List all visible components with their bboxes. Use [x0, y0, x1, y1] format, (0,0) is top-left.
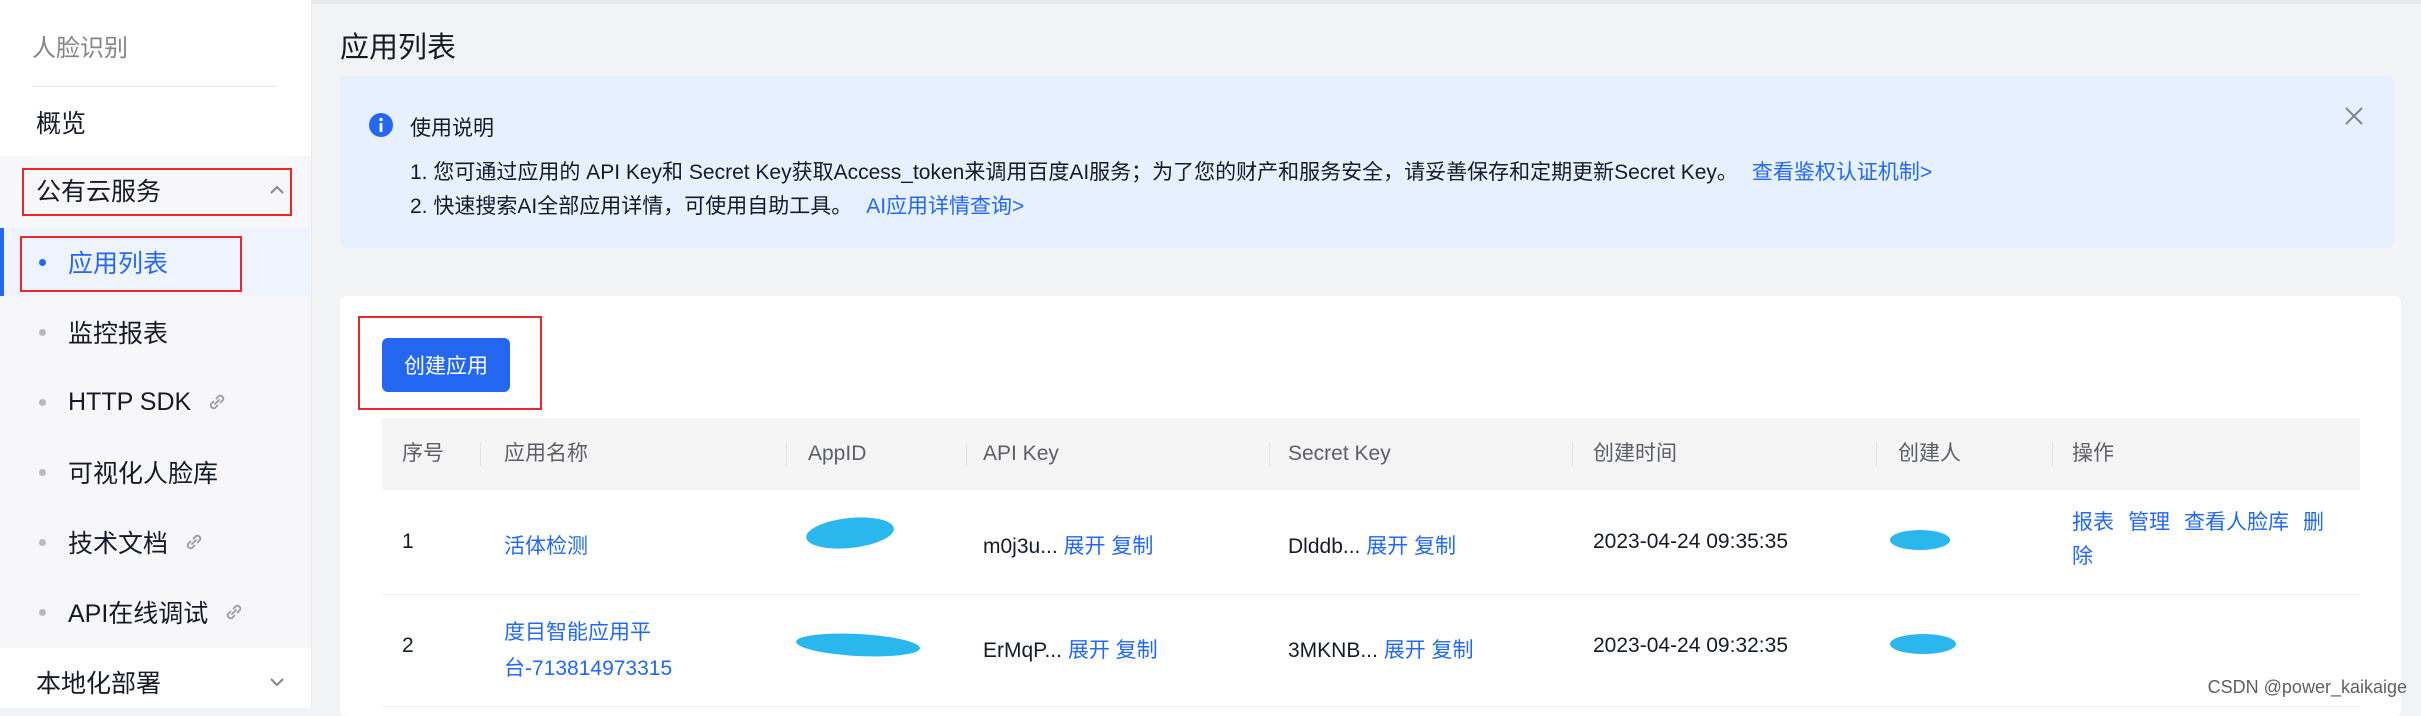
column-header-api-key: API Key — [983, 442, 1059, 465]
column-separator — [966, 442, 967, 466]
row-actions: 报表 管理 查看人脸库 删除 — [2072, 506, 2352, 574]
annotation-box — [358, 316, 542, 410]
page-title: 应用列表 — [340, 32, 457, 64]
sidebar-item-label: HTTP SDK — [68, 387, 192, 416]
cell-index: 1 — [402, 530, 414, 553]
sidebar-item-face-library[interactable]: 可视化人脸库 — [0, 438, 311, 506]
app-detail-link[interactable]: AI应用详情查询> — [866, 195, 1024, 218]
table-row: 2 度目智能应用平 台-713814973315 ErMqP... 展开 复制 … — [382, 594, 2360, 707]
cell-created-time: 2023-04-24 09:32:35 — [1593, 634, 1788, 657]
notice-line-1: 1. 您可通过应用的 API Key和 Secret Key获取Access_t… — [410, 156, 1932, 186]
sidebar-divider — [32, 86, 277, 87]
sidebar-item-label: API在线调试 — [68, 600, 209, 628]
expand-link[interactable]: 展开 — [1068, 639, 1110, 662]
bullet-icon — [39, 608, 46, 616]
column-header-secret-key: Secret Key — [1288, 442, 1391, 465]
api-key-masked: ErMqP... — [983, 639, 1062, 662]
app-name-link[interactable]: 活体检测 — [504, 530, 588, 560]
close-icon[interactable] — [2342, 104, 2366, 128]
copy-link[interactable]: 复制 — [1432, 639, 1474, 662]
redaction-mark — [1890, 634, 1956, 654]
app-name-link[interactable]: 台-713814973315 — [504, 652, 672, 682]
sidebar-product-title: 人脸识别 — [32, 35, 128, 62]
secret-key-masked: Dlddb... — [1288, 535, 1361, 558]
cell-api-key: m0j3u... 展开 复制 — [983, 530, 1153, 560]
external-link-icon — [186, 534, 202, 550]
sidebar-item-monitor-report[interactable]: 监控报表 — [0, 298, 311, 366]
sidebar-item-local-deploy[interactable]: 本地化部署 — [0, 648, 311, 716]
app-name-link[interactable]: 度目智能应用平 — [504, 616, 651, 646]
notice-title: 使用说明 — [410, 117, 494, 140]
column-separator — [1572, 442, 1573, 466]
column-header-name: 应用名称 — [504, 442, 588, 465]
sidebar-item-label: 本地化部署 — [36, 670, 162, 698]
table-row: 1 活体检测 m0j3u... 展开 复制 Dlddb... 展开 复制 202… — [382, 490, 2360, 595]
notice-line-text: 1. 您可通过应用的 API Key和 Secret Key获取Access_t… — [410, 161, 1738, 184]
sidebar-item-label: 概览 — [36, 110, 87, 138]
bullet-icon — [39, 468, 46, 476]
sidebar-item-tech-docs[interactable]: 技术文档 — [0, 508, 311, 576]
active-indicator — [0, 228, 4, 296]
redaction-mark — [795, 630, 921, 660]
notice-line-text: 2. 快速搜索AI全部应用详情，可使用自助工具。 — [410, 195, 853, 218]
sidebar-item-label: 技术文档 — [68, 530, 169, 558]
cell-secret-key: 3MKNB... 展开 复制 — [1288, 634, 1474, 664]
report-link[interactable]: 报表 — [2072, 511, 2114, 534]
table-header: 序号 应用名称 AppID API Key Secret Key 创建时间 创建… — [382, 418, 2360, 490]
redaction-mark — [1890, 530, 1950, 550]
secret-key-masked: 3MKNB... — [1288, 639, 1378, 662]
manage-link[interactable]: 管理 — [2128, 511, 2170, 534]
redaction-mark — [804, 513, 896, 553]
sidebar-item-http-sdk[interactable]: HTTP SDK — [0, 368, 311, 436]
annotation-box — [20, 236, 242, 292]
column-separator — [786, 442, 787, 466]
column-separator — [1876, 442, 1877, 466]
watermark: CSDN @power_kaikaige — [2207, 677, 2407, 697]
bullet-icon — [39, 398, 46, 406]
column-header-appid: AppID — [808, 442, 867, 465]
column-separator — [480, 442, 481, 466]
cell-api-key: ErMqP... 展开 复制 — [983, 634, 1158, 664]
expand-link[interactable]: 展开 — [1366, 535, 1408, 558]
sidebar-item-api-debug[interactable]: API在线调试 — [0, 578, 311, 646]
column-header-index: 序号 — [402, 442, 444, 465]
copy-link[interactable]: 复制 — [1414, 535, 1456, 558]
sidebar: 人脸识别 概览 公有云服务 应用列表 监控报表 HTTP SDK 可视化人脸库 … — [0, 0, 312, 708]
auth-mechanism-link[interactable]: 查看鉴权认证机制> — [1752, 161, 1932, 184]
column-header-created-time: 创建时间 — [1593, 442, 1677, 465]
external-link-icon — [209, 394, 225, 410]
cell-secret-key: Dlddb... 展开 复制 — [1288, 530, 1456, 560]
annotation-box — [22, 168, 292, 216]
column-separator — [1269, 442, 1270, 466]
copy-link[interactable]: 复制 — [1116, 639, 1158, 662]
top-progress-bar — [0, 0, 2421, 4]
chevron-down-icon — [270, 678, 284, 687]
bullet-icon — [39, 538, 46, 546]
sidebar-item-label: 监控报表 — [68, 320, 169, 348]
info-icon — [369, 113, 393, 137]
sidebar-item-overview[interactable]: 概览 — [0, 88, 311, 156]
external-link-icon — [227, 604, 242, 620]
column-separator — [2052, 442, 2053, 466]
copy-link[interactable]: 复制 — [1111, 535, 1153, 558]
bullet-icon — [39, 328, 46, 336]
column-header-creator: 创建人 — [1898, 442, 1961, 465]
expand-link[interactable]: 展开 — [1064, 535, 1106, 558]
column-header-actions: 操作 — [2072, 442, 2114, 465]
api-key-masked: m0j3u... — [983, 535, 1058, 558]
usage-notice: 使用说明 1. 您可通过应用的 API Key和 Secret Key获取Acc… — [340, 76, 2394, 248]
notice-line-2: 2. 快速搜索AI全部应用详情，可使用自助工具。 AI应用详情查询> — [410, 190, 1024, 220]
view-face-library-link[interactable]: 查看人脸库 — [2184, 511, 2289, 534]
cell-index: 2 — [402, 634, 414, 657]
sidebar-item-label: 可视化人脸库 — [68, 460, 219, 488]
expand-link[interactable]: 展开 — [1384, 639, 1426, 662]
cell-created-time: 2023-04-24 09:35:35 — [1593, 530, 1788, 553]
